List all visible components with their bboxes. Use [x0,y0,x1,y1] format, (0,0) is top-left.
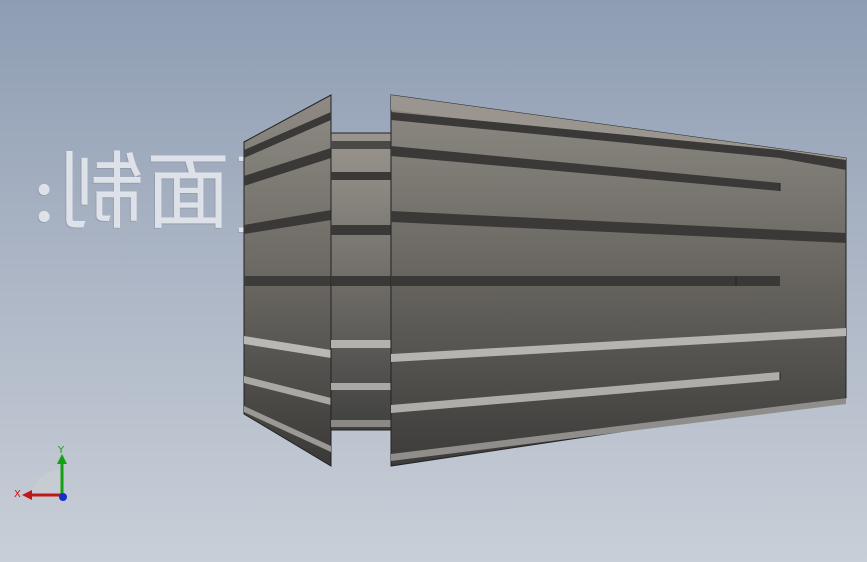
y-axis-label: Y [57,445,65,456]
x-axis-label: X [14,489,21,500]
collet-body[interactable] [390,94,847,467]
x-axis-arrow [22,490,32,500]
collet-model[interactable] [0,0,867,562]
collet-neck[interactable] [330,132,392,431]
collet-nose[interactable] [243,94,332,467]
axis-triad: Y X [14,445,67,501]
graphics-viewport[interactable]: [面制: Y X [0,0,867,562]
z-axis-dot [59,493,67,501]
